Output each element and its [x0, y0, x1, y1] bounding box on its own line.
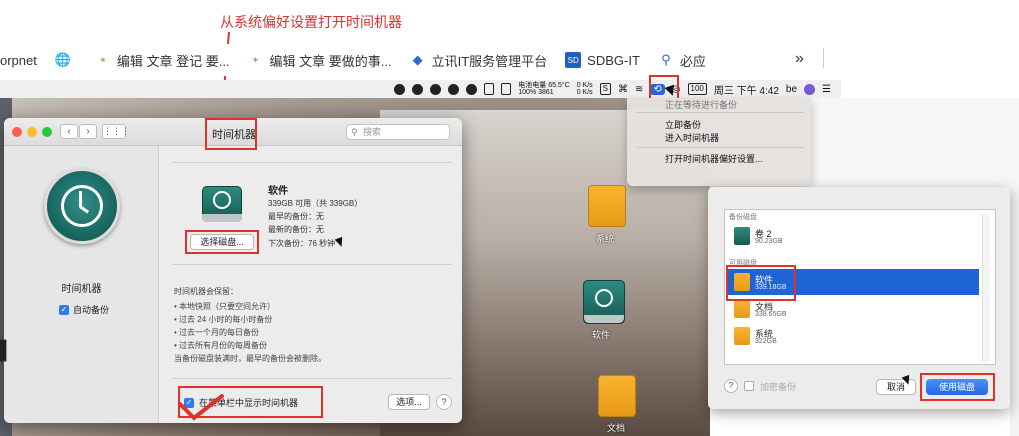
help-button[interactable]: ?: [436, 394, 452, 410]
background-panel: [1010, 187, 1019, 436]
disk-available: 339GB 可用（共 339GB）: [268, 199, 363, 208]
encrypt-checkbox[interactable]: [744, 381, 754, 391]
bookmark-sdbg-it[interactable]: SD SDBG-IT: [565, 52, 640, 68]
divider: [172, 264, 452, 265]
divider: [172, 162, 452, 163]
wifi-icon[interactable]: ≋: [635, 84, 643, 95]
annotation-highlight-select-disk: [185, 230, 259, 254]
menubar-clock[interactable]: 周三 下午 4:42: [714, 82, 779, 97]
menu-item-waiting: 正在等待进行备份: [665, 100, 738, 110]
close-button[interactable]: [12, 127, 22, 137]
bookmarks-separator: [823, 48, 824, 68]
menubar-app-icon[interactable]: ⌘: [618, 84, 628, 95]
left-pane: 时间机器 ✓ 自动备份: [4, 146, 159, 423]
jre-icon: ✶: [99, 54, 107, 65]
desktop-drive-label: 文档: [606, 423, 625, 433]
desktop-drive-icon[interactable]: [588, 185, 626, 227]
menubar-list-icon[interactable]: ☰: [822, 84, 831, 95]
menu-separator: [637, 112, 803, 113]
truncated-edge-text: ▌: [0, 340, 13, 360]
search-icon: ⚲: [661, 52, 671, 67]
globe-icon: 🌐: [54, 52, 71, 67]
desktop-drive-icon[interactable]: [598, 375, 636, 417]
desktop-drive-label: 软件: [591, 330, 610, 340]
desktop-drive-label: 系统: [595, 234, 614, 244]
disk-list-item[interactable]: 卷 2 90.23GB: [727, 223, 979, 249]
minimize-button[interactable]: [27, 127, 37, 137]
menu-item-open-preferences[interactable]: 打开时间机器偏好设置...: [665, 152, 763, 165]
search-input[interactable]: ⚲ 搜索: [346, 124, 450, 140]
backup-disk-icon: [202, 182, 242, 224]
drive-icon: [734, 300, 750, 318]
dialog-options: ? 加密备份: [724, 379, 796, 393]
menubar-app-icon[interactable]: [466, 83, 478, 95]
diamond-icon: ◆: [412, 52, 423, 67]
bookmark-it-service[interactable]: ◆ 立讯IT服务管理平台: [410, 51, 548, 70]
window-titlebar: ‹ › ⋮⋮⋮ 时间机器 ⚲ 搜索: [4, 118, 462, 150]
help-button[interactable]: ?: [724, 379, 738, 393]
menu-item-enter-time-machine[interactable]: 进入时间机器: [665, 131, 719, 144]
menubar-app-icon[interactable]: [501, 83, 512, 95]
keep-item: • 过去所有月份的每周备份: [174, 341, 268, 350]
mac-menubar: 电池电量 65.5°C 100% 3861 0 K/s 0 K/s S ⌘ ≋ …: [0, 80, 841, 98]
keep-item: • 本地快照（只要空间允许）: [174, 302, 276, 311]
bookmark-edit-article-1[interactable]: ✶ 编辑 文章 登记 要...: [95, 51, 229, 70]
menubar-app-icon[interactable]: [394, 83, 406, 95]
annotation-title: 从系统偏好设置打开时间机器: [220, 14, 402, 30]
annotation-highlight-disk: [726, 265, 796, 301]
next-backup: 下次备份：76 秒钟: [268, 239, 336, 248]
backup-disk-name: 软件: [268, 186, 288, 197]
back-button[interactable]: ‹: [60, 124, 78, 139]
bookmarks-bar: orpnet 🌐 ✶ 编辑 文章 登记 要... ✶ 编辑 文章 要做的事... ◆…: [0, 44, 840, 76]
bookmark-globe[interactable]: 🌐: [55, 52, 77, 68]
zoom-button[interactable]: [42, 127, 52, 137]
menubar-user[interactable]: be: [786, 84, 797, 95]
menubar-app-icon[interactable]: [430, 83, 442, 95]
time-machine-drive-icon: [734, 227, 750, 245]
bookmark-bing[interactable]: ⚲ 必应: [658, 51, 706, 70]
annotation-highlight-use-disk: [920, 373, 995, 401]
menubar-network-speed[interactable]: 0 K/s 0 K/s: [577, 82, 593, 96]
scrollbar[interactable]: [982, 214, 990, 362]
checkbox-checked-icon: ✓: [59, 304, 69, 315]
time-machine-dropdown-menu: 正在等待进行备份 立即备份 进入时间机器 打开时间机器偏好设置...: [627, 98, 811, 186]
auto-backup-checkbox[interactable]: ✓ 自动备份: [59, 303, 109, 316]
forward-button[interactable]: ›: [79, 124, 97, 139]
time-machine-app-icon: [44, 168, 120, 244]
latest-backup: 最新的备份：无: [268, 225, 324, 234]
bookmarks-overflow-icon[interactable]: »: [795, 50, 804, 68]
siri-icon[interactable]: [804, 83, 816, 95]
bookmark-edit-article-2[interactable]: ✶ 编辑 文章 要做的事...: [248, 51, 392, 70]
drive-icon: [734, 327, 750, 345]
keep-item: • 过去 24 小时的每小时备份: [174, 315, 273, 324]
section-backup-disks: 备份磁盘: [729, 214, 757, 221]
menu-item-backup-now[interactable]: 立即备份: [665, 118, 701, 131]
background-panel: [811, 98, 1019, 187]
menubar-system-stats[interactable]: 电池电量 65.5°C 100% 3861: [518, 82, 569, 96]
menubar-app-icon[interactable]: [484, 83, 495, 95]
options-button[interactable]: 选项...: [388, 394, 430, 410]
menubar-s-icon[interactable]: S: [599, 83, 611, 95]
divider: [172, 378, 452, 379]
desktop-time-machine-drive-icon[interactable]: [583, 280, 625, 324]
keep-item: • 过去一个月的每日备份: [174, 328, 260, 337]
keep-note: 当备份磁盘装满时，最早的备份会被删除。: [174, 354, 326, 363]
annotation-checkmark-icon: [178, 394, 224, 421]
app-name: 时间机器: [61, 284, 102, 295]
right-pane: 软件 339GB 可用（共 339GB） 最早的备份：无 最新的备份：无 下次备…: [160, 146, 462, 423]
time-machine-preferences-window: ‹ › ⋮⋮⋮ 时间机器 ⚲ 搜索 时间机器 ✓ 自动备份 软件 339GB 可用…: [4, 118, 462, 423]
bookmark-orpnet[interactable]: orpnet: [0, 53, 37, 68]
menu-separator: [637, 147, 803, 148]
jre-icon: ✶: [251, 54, 260, 65]
battery-icon[interactable]: 100: [687, 83, 707, 95]
menubar-app-icon[interactable]: [448, 83, 460, 95]
menubar-app-icon[interactable]: [412, 83, 424, 95]
search-icon: ⚲: [351, 127, 358, 137]
sd-icon: SD: [565, 52, 582, 68]
show-all-button[interactable]: ⋮⋮⋮: [102, 124, 130, 139]
keep-title: 时间机器会保留：: [174, 287, 238, 296]
disk-list-item[interactable]: 系统 322GB: [727, 323, 979, 349]
oldest-backup: 最早的备份：无: [268, 212, 324, 221]
